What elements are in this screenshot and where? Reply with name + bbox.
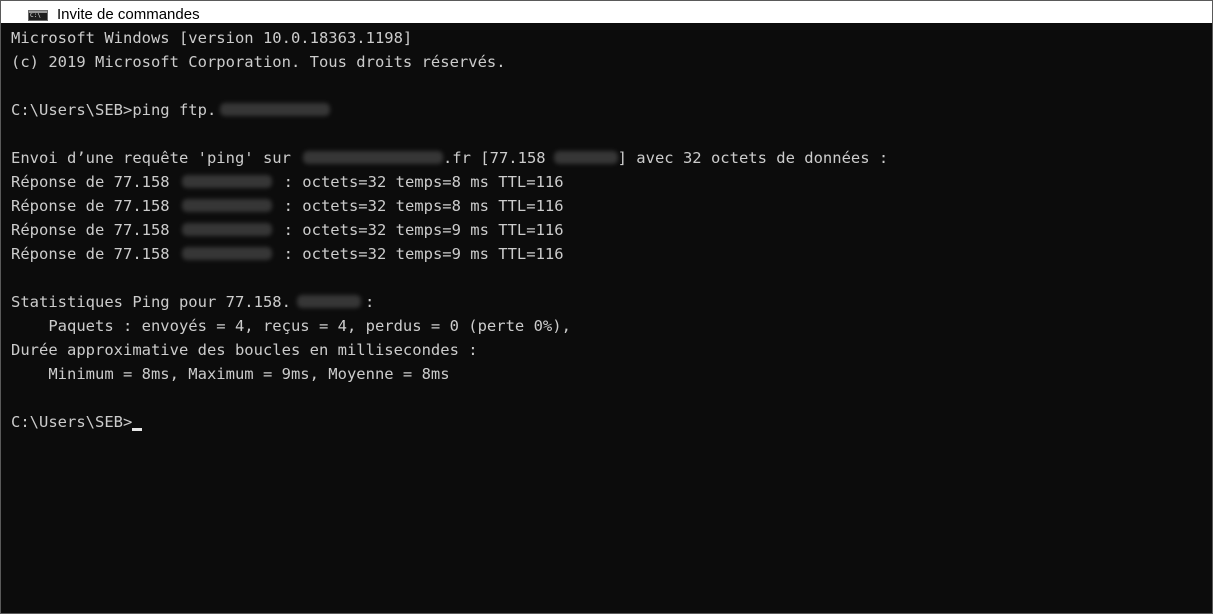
console-line: Envoi d’une requête 'ping' sur .fr [77.15… [11,146,1212,170]
reply-details: : octets=32 temps=8 ms TTL=116 [283,173,564,191]
redacted-hostname [302,150,443,164]
redacted-ip [181,246,272,260]
stats-header: Statistiques Ping pour 77.158. [11,293,291,311]
console-line: C:\Users\SEB>ping ftp. [11,98,1212,122]
reply-prefix: Réponse de 77.158 [11,221,170,239]
reply-prefix: Réponse de 77.158 [11,245,170,263]
console-line: Réponse de 77.158 : octets=32 temps=9 ms … [11,242,1212,266]
prompt-command: C:\Users\SEB>ping ftp. [11,101,217,119]
reply-details: : octets=32 temps=8 ms TTL=116 [283,197,564,215]
redacted-ip [181,222,272,236]
console-line: Réponse de 77.158 : octets=32 temps=9 ms … [11,218,1212,242]
ping-header-middle: .fr [77.158 [442,149,546,167]
redacted-ip [181,174,272,188]
console-line: Paquets : envoyés = 4, reçus = 4, perdus… [11,317,571,335]
ping-header-start: Envoi d’une requête 'ping' sur [11,149,291,167]
console-line: (c) 2019 Microsoft Corporation. Tous dro… [11,53,506,71]
command-prompt-window: C:\ Invite de commandes Microsoft Window… [0,0,1213,614]
window-title: Invite de commandes [57,6,200,23]
console-output[interactable]: Microsoft Windows [version 10.0.18363.11… [1,26,1212,613]
console-line: Réponse de 77.158 : octets=32 temps=8 ms … [11,194,1212,218]
console-line: Microsoft Windows [version 10.0.18363.11… [11,29,413,47]
reply-prefix: Réponse de 77.158 [11,197,170,215]
redacted-ip [553,150,618,164]
redacted-ip [296,294,361,308]
console-line: Minimum = 8ms, Maximum = 9ms, Moyenne = … [11,365,450,383]
console-icon: C:\ [28,10,48,21]
reply-details: : octets=32 temps=9 ms TTL=116 [283,245,564,263]
console-line[interactable]: C:\Users\SEB> [11,410,1212,434]
console-line: Réponse de 77.158 : octets=32 temps=8 ms … [11,170,1212,194]
reply-prefix: Réponse de 77.158 [11,173,170,191]
console-line: Statistiques Ping pour 77.158.: [11,290,1212,314]
redacted-ip [181,198,272,212]
text-cursor [132,428,143,431]
command-prompt: C:\Users\SEB> [11,413,133,431]
redacted-hostname [220,102,331,116]
title-bar[interactable]: C:\ Invite de commandes [1,1,1212,23]
stats-colon: : [364,293,375,311]
ping-header-end: ] avec 32 octets de données : [617,149,889,167]
reply-details: : octets=32 temps=9 ms TTL=116 [283,221,564,239]
console-line: Durée approximative des boucles en milli… [11,341,478,359]
